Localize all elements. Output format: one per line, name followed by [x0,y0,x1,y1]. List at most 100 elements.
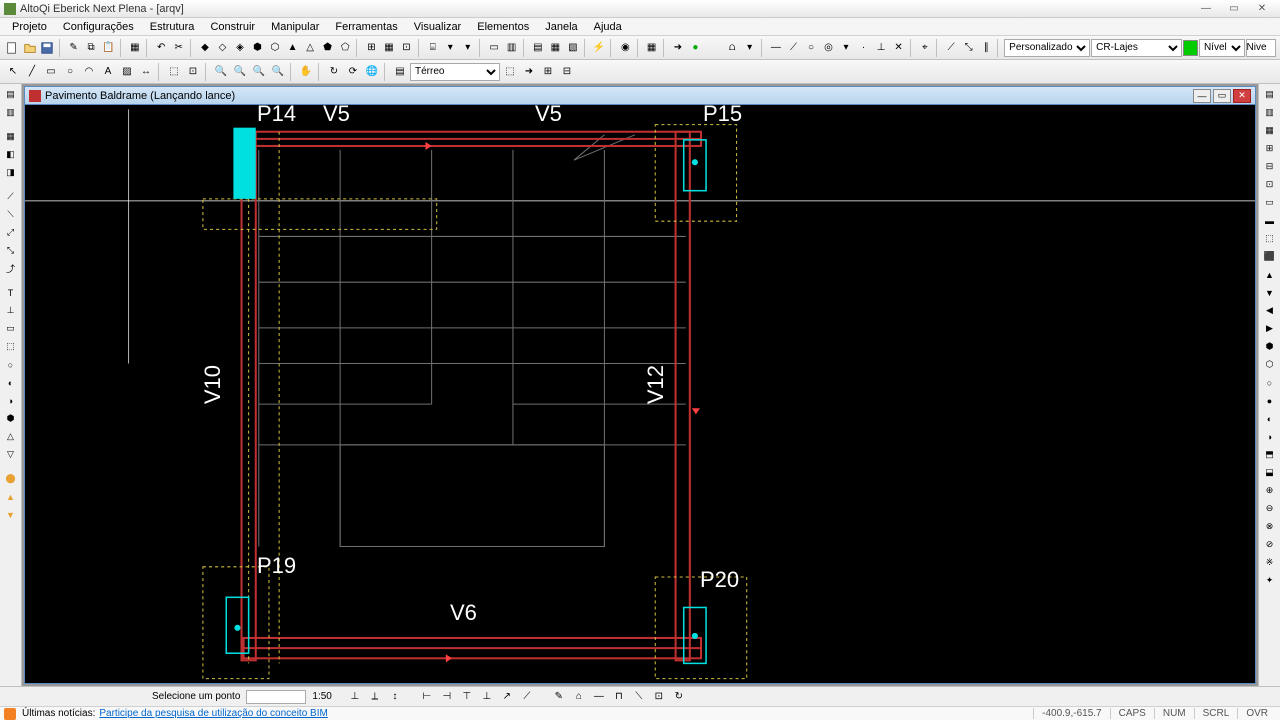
rtool-26-icon[interactable]: ⊘ [1261,536,1279,553]
rtool-7-icon[interactable]: ▭ [1261,194,1279,211]
shape1-icon[interactable]: ◆ [197,39,214,57]
rect-icon[interactable]: ▭ [42,63,60,81]
rtool-2-icon[interactable]: ▥ [1261,104,1279,121]
text-icon[interactable]: A [99,63,117,81]
vtool-14-icon[interactable]: ⬚ [2,338,20,355]
close-button[interactable]: ✕ [1248,1,1276,17]
drawing-canvas[interactable]: P14 V5 V5 P15 V10 V12 P19 P20 V6 [24,104,1256,684]
btool-5-icon[interactable]: ⊣ [438,688,456,706]
doc-maximize-button[interactable]: ▭ [1213,89,1231,103]
rtool-20-icon[interactable]: ◑ [1261,428,1279,445]
line-icon[interactable]: ╱ [23,63,41,81]
circle-icon[interactable]: ○ [61,63,79,81]
btool-14-icon[interactable]: ⟍ [630,688,648,706]
pan-icon[interactable]: ✋ [297,63,315,81]
rtool-6-icon[interactable]: ⊡ [1261,176,1279,193]
floor-nav2-icon[interactable]: ➜ [520,63,538,81]
snap-node-icon[interactable]: · [855,39,872,57]
rtool-3-icon[interactable]: ▦ [1261,122,1279,139]
snap-para-icon[interactable]: ∥ [978,39,995,57]
menu-elementos[interactable]: Elementos [469,19,537,35]
level-combo[interactable]: Nível [1199,39,1245,57]
vtool-1-icon[interactable]: ▤ [2,86,20,103]
shape8-icon[interactable]: ⬟ [319,39,336,57]
vtool-13-icon[interactable]: ▭ [2,320,20,337]
btool-3-icon[interactable]: ↕ [386,688,404,706]
rtool-5-icon[interactable]: ⊟ [1261,158,1279,175]
menu-ferramentas[interactable]: Ferramentas [327,19,405,35]
doc-minimize-button[interactable]: — [1193,89,1211,103]
snap-quad-icon[interactable]: ◎ [820,39,837,57]
menu-projeto[interactable]: Projeto [4,19,55,35]
cursor-icon[interactable]: ↖ [4,63,22,81]
floor-icon[interactable]: ▤ [391,63,409,81]
table2-icon[interactable]: ▦ [547,39,564,57]
misc2-icon[interactable]: ▦ [643,39,660,57]
snap-int-icon[interactable]: ✕ [890,39,907,57]
arc-icon[interactable]: ◠ [80,63,98,81]
grid3-icon[interactable]: ⊡ [398,39,415,57]
view2-icon[interactable]: ▥ [503,39,520,57]
rtool-25-icon[interactable]: ⊗ [1261,518,1279,535]
rtool-15-icon[interactable]: ⬢ [1261,338,1279,355]
doc-close-button[interactable]: ✕ [1233,89,1251,103]
snap-end-icon[interactable]: — [768,39,785,57]
zoom-win-icon[interactable]: 🔍 [250,63,268,81]
save-icon[interactable] [39,39,56,57]
vtool-16-icon[interactable]: ◐ [2,374,20,391]
vtool-5-icon[interactable]: ◨ [2,164,20,181]
vtool-9-icon[interactable]: ⤡ [2,242,20,259]
minimize-button[interactable]: — [1192,1,1220,17]
struct2-icon[interactable]: ▾ [442,39,459,57]
btool-15-icon[interactable]: ⊡ [650,688,668,706]
menu-janela[interactable]: Janela [537,19,585,35]
rtool-18-icon[interactable]: ● [1261,392,1279,409]
rtool-12-icon[interactable]: ▼ [1261,284,1279,301]
menu-estrutura[interactable]: Estrutura [142,19,203,35]
menu-construir[interactable]: Construir [202,19,263,35]
dim-icon[interactable]: ↔ [137,63,155,81]
rtool-8-icon[interactable]: ▬ [1261,212,1279,229]
new-icon[interactable] [4,39,21,57]
rtool-28-icon[interactable]: ✦ [1261,572,1279,589]
vtool-18-icon[interactable]: ⬢ [2,410,20,427]
grid1-icon[interactable]: ⊞ [363,39,380,57]
btool-7-icon[interactable]: ⊥ [478,688,496,706]
btool-16-icon[interactable]: ↻ [670,688,688,706]
table3-icon[interactable]: ▧ [565,39,582,57]
rtool-1-icon[interactable]: ▤ [1261,86,1279,103]
vtool-2-icon[interactable]: ▥ [2,104,20,121]
rtool-23-icon[interactable]: ⊕ [1261,482,1279,499]
snap-tan-icon[interactable]: ⟋ [943,39,960,57]
btool-10-icon[interactable]: ✎ [550,688,568,706]
menu-configuraes[interactable]: Configurações [55,19,142,35]
btool-6-icon[interactable]: ⊤ [458,688,476,706]
check-icon[interactable]: ● [687,39,704,57]
open-icon[interactable] [22,39,39,57]
shape7-icon[interactable]: △ [302,39,319,57]
undo-icon[interactable]: ↶ [153,39,170,57]
magnet-icon[interactable]: ⩍ [724,39,741,57]
vtool-12-icon[interactable]: ⊥ [2,302,20,319]
rtool-19-icon[interactable]: ◐ [1261,410,1279,427]
redo2-icon[interactable]: ↻ [325,63,343,81]
snap-near-icon[interactable]: ⌖ [917,39,934,57]
rtool-13-icon[interactable]: ◀ [1261,302,1279,319]
menu-visualizar[interactable]: Visualizar [406,19,470,35]
arrow-icon[interactable]: ➜ [670,39,687,57]
misc1-icon[interactable]: ◉ [617,39,634,57]
vtool-23-icon[interactable]: ▼ [2,506,20,523]
delete-icon[interactable]: ✂ [170,39,187,57]
rtool-11-icon[interactable]: ▲ [1261,266,1279,283]
vtool-3-icon[interactable]: ▦ [2,128,20,145]
vtool-17-icon[interactable]: ◑ [2,392,20,409]
bolt-icon[interactable]: ⚡ [591,39,608,57]
shape4-icon[interactable]: ⬢ [249,39,266,57]
btool-2-icon[interactable]: ⟂ [366,688,384,706]
shape9-icon[interactable]: ⬠ [337,39,354,57]
menu-manipular[interactable]: Manipular [263,19,327,35]
rtool-21-icon[interactable]: ⬒ [1261,446,1279,463]
shape2-icon[interactable]: ◇ [214,39,231,57]
vtool-20-icon[interactable]: ▽ [2,446,20,463]
rtool-9-icon[interactable]: ⬚ [1261,230,1279,247]
